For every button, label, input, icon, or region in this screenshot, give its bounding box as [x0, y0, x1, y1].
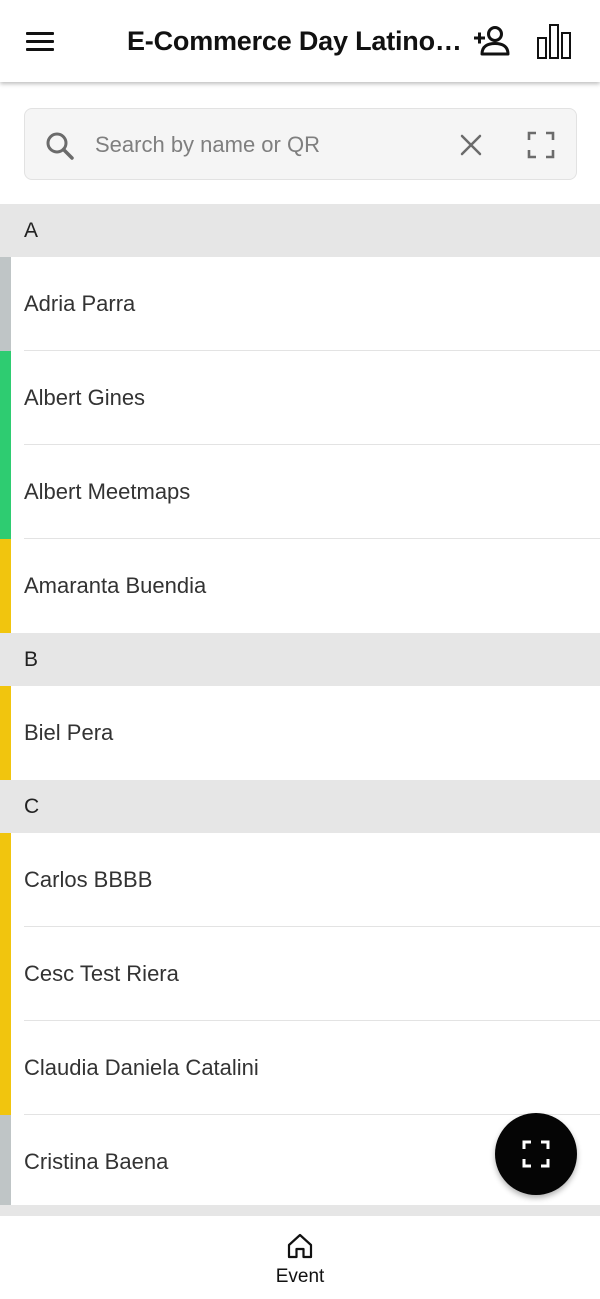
scan-qr-button[interactable]	[495, 1113, 577, 1195]
search-input[interactable]	[95, 127, 455, 163]
page-title: E-Commerce Day Latino…	[127, 26, 462, 56]
attendee-name: Amaranta Buendia	[24, 573, 207, 598]
search-icon	[45, 131, 75, 166]
hamburger-menu-icon[interactable]	[22, 24, 60, 58]
close-icon[interactable]	[459, 133, 483, 162]
attendee-row[interactable]: Carlos BBBB	[0, 833, 600, 927]
section-header: C	[0, 780, 600, 833]
person-add-icon[interactable]	[472, 24, 510, 63]
status-indicator	[0, 927, 11, 1021]
home-icon	[287, 1233, 313, 1259]
status-indicator	[0, 1021, 11, 1115]
attendee-name: Claudia Daniela Catalini	[24, 1055, 259, 1080]
attendee-name: Cristina Baena	[24, 1149, 169, 1174]
attendee-name: Biel Pera	[24, 720, 114, 745]
attendee-name: Adria Parra	[24, 291, 136, 316]
status-indicator	[0, 833, 11, 927]
status-indicator	[0, 1115, 11, 1209]
bar-chart-icon[interactable]	[535, 22, 573, 65]
attendee-name: Albert Gines	[24, 385, 146, 410]
nav-item-label: Event	[275, 1266, 325, 1287]
status-indicator	[0, 539, 11, 633]
app-bar: E-Commerce Day Latino…	[0, 0, 600, 82]
section-header: A	[0, 204, 600, 257]
attendee-row[interactable]: Claudia Daniela Catalini	[0, 1021, 600, 1115]
section-header: B	[0, 633, 600, 686]
status-indicator	[0, 257, 11, 351]
attendee-row[interactable]: Adria Parra	[0, 257, 600, 351]
attendee-row[interactable]: Albert Gines	[0, 351, 600, 445]
attendee-name: Albert Meetmaps	[24, 479, 191, 504]
status-indicator	[0, 351, 11, 445]
status-indicator	[0, 445, 11, 539]
attendee-row[interactable]: Cesc Test Riera	[0, 927, 600, 1021]
attendee-list: A Adria Parra Albert Gines Albert Meetmaps A…	[0, 204, 600, 1209]
attendee-row[interactable]: Biel Pera	[0, 686, 600, 780]
attendee-name: Cesc Test Riera	[24, 961, 179, 986]
search-bar	[24, 108, 577, 180]
nav-item-event[interactable]: Event	[260, 1230, 340, 1292]
attendee-row[interactable]: Amaranta Buendia	[0, 539, 600, 633]
attendee-name: Carlos BBBB	[24, 867, 153, 892]
bottom-navigation: Event	[0, 1215, 600, 1299]
attendee-row[interactable]: Albert Meetmaps	[0, 445, 600, 539]
status-indicator	[0, 686, 11, 780]
qr-scan-icon[interactable]	[527, 131, 555, 164]
qr-scan-icon	[522, 1140, 550, 1168]
section-header-partial	[0, 1205, 600, 1215]
